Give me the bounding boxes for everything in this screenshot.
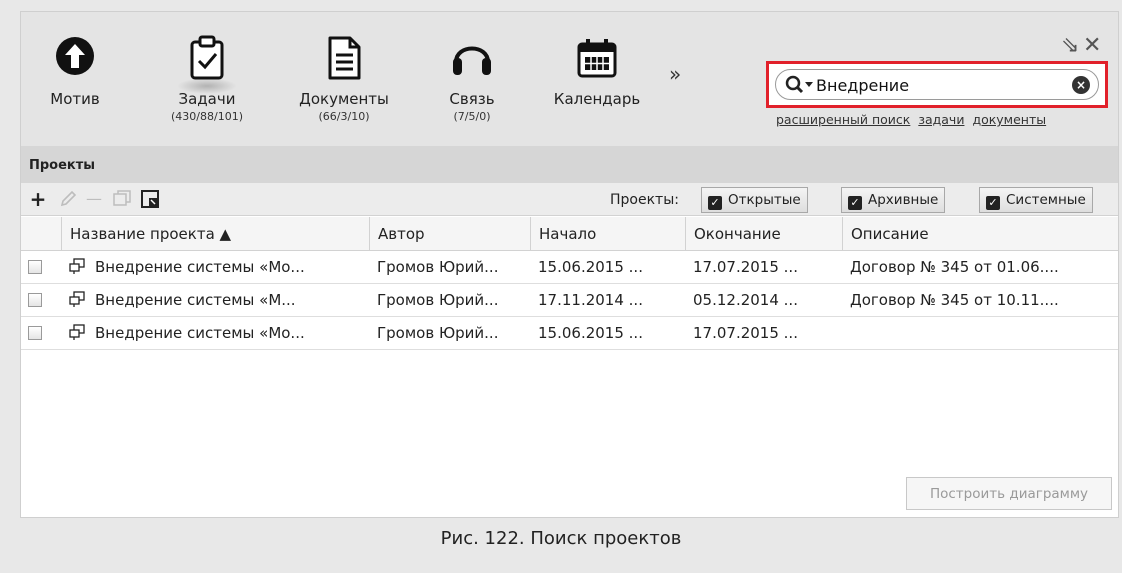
search-box: × — [766, 61, 1108, 108]
column-header-description[interactable]: Описание — [842, 217, 1118, 251]
project-name-cell: Внедрение системы «Мо... — [61, 317, 369, 350]
column-header-end[interactable]: Окончание — [685, 217, 842, 251]
toolbar-count-tasks: (430/88/101) — [171, 110, 243, 123]
project-icon — [69, 291, 85, 307]
filter-system[interactable]: ✓ Системные — [979, 187, 1093, 213]
filter-archived-label: Архивные — [868, 192, 939, 208]
copy-icon[interactable] — [111, 188, 133, 210]
projects-table: Название проекта ▲ Автор Начало Окончани… — [21, 217, 1118, 350]
project-name-cell: Внедрение системы «М... — [61, 284, 369, 317]
toolbar-count-communication: (7/5/0) — [453, 110, 491, 123]
column-header-name[interactable]: Название проекта ▲ — [61, 217, 369, 251]
author-cell: Громов Юрий... — [377, 324, 499, 342]
restore-icon[interactable]: ⇘ — [1061, 35, 1079, 57]
filter-archived[interactable]: ✓ Архивные — [841, 187, 946, 213]
filter-open[interactable]: ✓ Открытые — [701, 187, 808, 213]
toolbar: Мотив Задачи (430/88/101) Документы (66/… — [21, 12, 1118, 146]
project-icon — [69, 324, 85, 340]
search-field: × — [775, 69, 1099, 100]
search-input[interactable] — [816, 74, 1066, 96]
checkbox-checked-icon: ✓ — [986, 196, 1000, 210]
figure-caption: Рис. 122. Поиск проектов — [440, 528, 682, 549]
toolbar-label-calendar: Календарь — [553, 90, 641, 108]
open-card-icon[interactable] — [139, 188, 161, 210]
project-name: Внедрение системы «Мо... — [95, 324, 305, 342]
app-window: Мотив Задачи (430/88/101) Документы (66/… — [20, 11, 1119, 518]
author-cell: Громов Юрий... — [377, 291, 499, 309]
calendar-icon — [573, 34, 621, 82]
toolbar-count-documents: (66/3/10) — [318, 110, 370, 123]
remove-project-button[interactable]: — — [83, 188, 105, 210]
row-checkbox[interactable] — [28, 260, 42, 274]
start-cell: 15.06.2015 ... — [538, 324, 643, 342]
project-icon — [69, 258, 85, 274]
start-cell: 15.06.2015 ... — [538, 258, 643, 276]
project-name: Внедрение системы «М... — [95, 291, 296, 309]
toolbar-label-tasks: Задачи — [178, 90, 236, 108]
toolbar-label-documents: Документы — [299, 90, 389, 108]
clipboard-check-icon — [183, 34, 231, 82]
section-title: Проекты — [21, 146, 1118, 183]
add-project-button[interactable]: + — [27, 188, 49, 210]
project-name-cell: Внедрение системы «Мо... — [61, 251, 369, 284]
end-cell: 17.07.2015 ... — [693, 258, 798, 276]
description-cell: Договор № 345 от 01.06.... — [850, 258, 1059, 276]
author-cell: Громов Юрий... — [377, 258, 499, 276]
clear-search-icon[interactable]: × — [1072, 76, 1090, 94]
search-documents-link[interactable]: документы — [972, 112, 1046, 127]
project-name: Внедрение системы «Мо... — [95, 258, 305, 276]
more-items-button[interactable]: » — [669, 62, 681, 86]
actions-bar: + — Проекты: ✓ Открытые ✓ Архивные ✓ Систем… — [21, 183, 1118, 216]
filter-system-label: Системные — [1006, 192, 1086, 208]
close-icon[interactable]: ✕ — [1083, 35, 1101, 57]
description-cell — [842, 317, 1118, 350]
headset-icon — [448, 34, 496, 82]
advanced-search-link[interactable]: расширенный поиск — [776, 112, 910, 127]
end-cell: 05.12.2014 ... — [693, 291, 798, 309]
arrow-up-circle-icon — [51, 34, 99, 82]
row-checkbox[interactable] — [28, 293, 42, 307]
checkbox-checked-icon: ✓ — [708, 196, 722, 210]
search-icon[interactable] — [784, 74, 814, 96]
column-header-author[interactable]: Автор — [369, 217, 530, 251]
toolbar-label-motiv: Мотив — [50, 90, 100, 108]
edit-icon[interactable] — [57, 188, 79, 210]
column-header-start[interactable]: Начало — [530, 217, 685, 251]
table-row[interactable]: Внедрение системы «Мо... Громов Юрий... … — [21, 251, 1118, 284]
end-cell: 17.07.2015 ... — [693, 324, 798, 342]
checkbox-checked-icon: ✓ — [848, 196, 862, 210]
filter-label: Проекты: — [610, 192, 679, 208]
document-icon — [320, 34, 368, 82]
table-row[interactable]: Внедрение системы «Мо... Громов Юрий... … — [21, 317, 1118, 350]
row-checkbox[interactable] — [28, 326, 42, 340]
search-links: расширенный поиск задачи документы — [776, 112, 1050, 127]
search-tasks-link[interactable]: задачи — [918, 112, 964, 127]
toolbar-label-communication: Связь — [449, 90, 495, 108]
table-row[interactable]: Внедрение системы «М... Громов Юрий... 1… — [21, 284, 1118, 317]
table-header: Название проекта ▲ Автор Начало Окончани… — [21, 217, 1118, 251]
build-chart-button[interactable]: Построить диаграмму — [906, 477, 1112, 510]
description-cell: Договор № 345 от 10.11.... — [850, 291, 1059, 309]
filter-open-label: Открытые — [728, 192, 801, 208]
start-cell: 17.11.2014 ... — [538, 291, 643, 309]
